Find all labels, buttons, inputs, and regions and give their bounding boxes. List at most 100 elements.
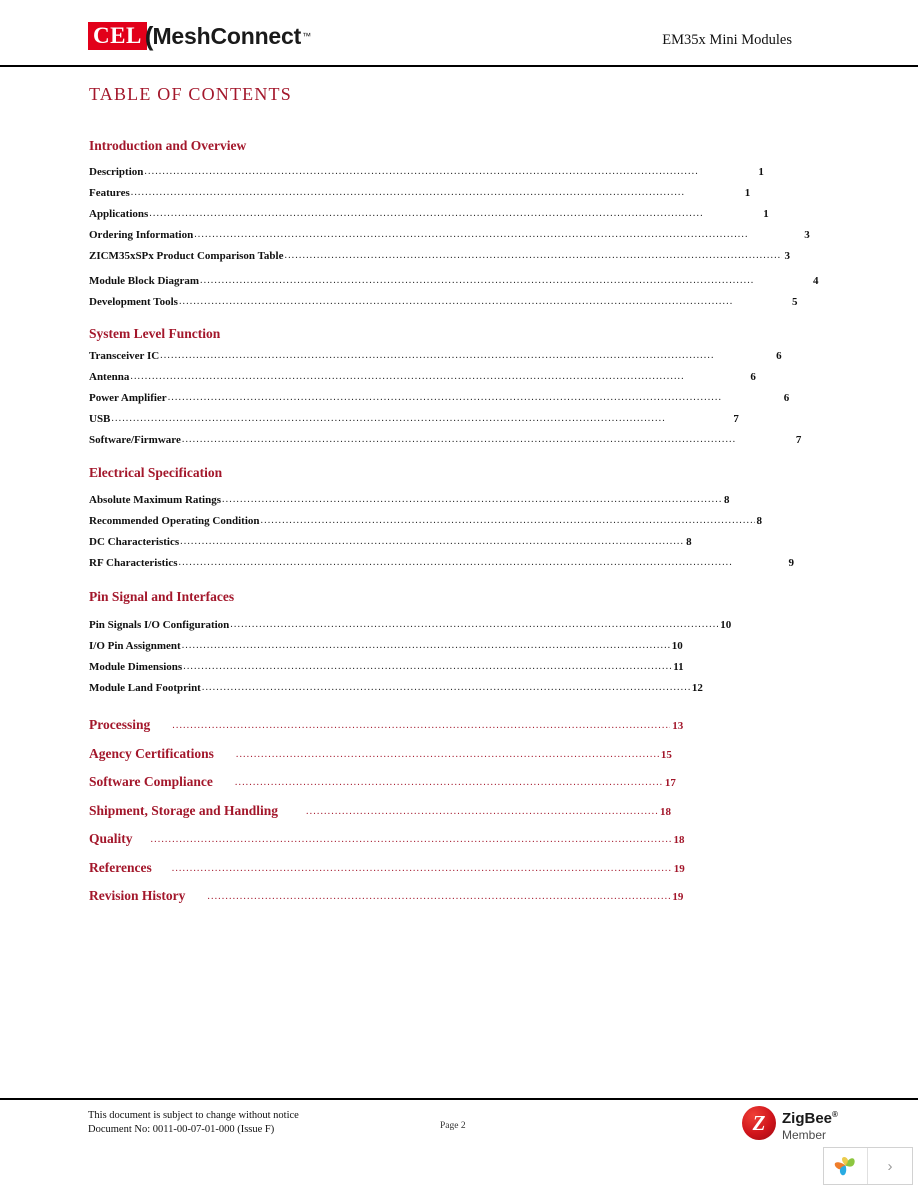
toc-entry-label: Transceiver IC <box>89 350 160 362</box>
toc-entry-page: 3 <box>804 229 810 241</box>
toc-leader-dots: ........................................… <box>144 166 699 177</box>
toc-entry[interactable]: Absolute Maximum Ratings ...............… <box>0 494 918 515</box>
toc-entry[interactable]: DC Characteristics .....................… <box>0 536 918 557</box>
toc-entry-page: 8 <box>756 515 763 527</box>
toc-leader-dots: ........................................… <box>230 619 718 630</box>
toc-entry[interactable]: Software Compliance ....................… <box>0 774 918 803</box>
toc-entry[interactable]: Power Amplifier ........................… <box>0 392 918 413</box>
toc-entry[interactable]: ZICM35xSPx Product Comparison Table ....… <box>0 250 918 275</box>
toc-entry[interactable]: Quality ................................… <box>0 831 918 860</box>
toc-entry-label: DC Characteristics <box>89 536 180 548</box>
toc-entry[interactable]: Module Dimensions ......................… <box>0 661 918 682</box>
toc-entry[interactable]: Pin Signals I/O Configuration ..........… <box>0 619 918 640</box>
toc-entry-label: Features <box>89 187 130 199</box>
zigbee-badge-icon: Z <box>742 1106 776 1140</box>
toc-section-heading: Pin Signal and Interfaces <box>89 589 235 604</box>
toc-leader-dots: ........................................… <box>260 515 755 526</box>
cel-logo-mark: CEL <box>88 22 147 50</box>
toc-entry-page: 6 <box>776 350 782 362</box>
toc-entry[interactable]: Antenna ................................… <box>0 371 918 392</box>
toc-entry-label: RF Characteristics <box>89 557 178 569</box>
meshconnect-wordmark: MeshConnect <box>152 23 302 49</box>
toc-entry-label: Revision History <box>89 888 186 903</box>
toc-entry-label: Absolute Maximum Ratings <box>89 494 222 506</box>
toc-entry-label: Antenna <box>89 371 130 383</box>
toc-entry[interactable]: Recommended Operating Condition ........… <box>0 515 918 536</box>
toc-entry[interactable]: Shipment, Storage and Handling .........… <box>0 803 918 832</box>
toc-leader-dots: ........................................… <box>167 392 723 403</box>
toc-entry-label: Applications <box>89 208 149 220</box>
toc-entry-page: 8 <box>686 536 692 548</box>
toc-body: Introduction and Overview Description ..… <box>0 138 918 917</box>
toc-leader-dots: ........................................… <box>178 296 734 307</box>
zigbee-text-block: ZigBee® Member <box>782 1107 838 1142</box>
toc-leader-dots: ........................................… <box>172 720 670 731</box>
toc-entry[interactable]: Ordering Information ...................… <box>0 229 918 250</box>
toc-entry[interactable]: Applications ...........................… <box>0 208 918 229</box>
toc-entry[interactable]: I/O Pin Assignment .....................… <box>0 640 918 661</box>
toc-entry-page: 3 <box>784 250 790 262</box>
toc-entry[interactable]: USB ....................................… <box>0 413 918 434</box>
toc-entry-label: ZICM35xSPx Product Comparison Table <box>89 250 284 262</box>
toc-entry-page: 9 <box>788 557 794 569</box>
toc-entry-page: 19 <box>673 862 685 875</box>
toc-entry-label: Software Compliance <box>89 774 213 789</box>
toc-leader-dots: ........................................… <box>130 371 685 382</box>
toc-entry[interactable]: Agency Certifications ..................… <box>0 746 918 775</box>
toc-entry[interactable]: Module Land Footprint ..................… <box>0 682 918 703</box>
toc-entry[interactable]: Processing .............................… <box>0 717 918 746</box>
toc-entry[interactable]: RF Characteristics .....................… <box>0 557 918 578</box>
toc-entry[interactable]: References .............................… <box>0 860 918 889</box>
toc-leader-dots: ........................................… <box>178 557 733 568</box>
toc-entry[interactable]: Software/Firmware ......................… <box>0 434 918 455</box>
toc-entry-page: 6 <box>783 392 790 404</box>
toc-leader-dots: ........................................… <box>130 187 686 198</box>
trademark-icon: ™ <box>302 30 312 41</box>
toc-entry[interactable]: Features ...............................… <box>0 187 918 208</box>
pinwheel-icon[interactable] <box>824 1148 868 1184</box>
toc-entry[interactable]: Development Tools ......................… <box>0 296 918 317</box>
toc-entry-label: I/O Pin Assignment <box>89 640 181 652</box>
toc-leader-dots: ........................................… <box>200 275 755 286</box>
toc-entry-label: Ordering Information <box>89 229 194 241</box>
zigbee-member-logo: Z ZigBee® Member <box>742 1106 838 1142</box>
toc-entry[interactable]: Module Block Diagram ...................… <box>0 275 918 296</box>
next-chevron-icon[interactable]: › <box>868 1148 912 1184</box>
toc-leader-dots: ........................................… <box>149 208 704 219</box>
toc-entry[interactable]: Revision History .......................… <box>0 888 918 917</box>
header-divider-rule <box>0 65 918 67</box>
toc-entry-label: Recommended Operating Condition <box>89 515 260 527</box>
toc-leader-dots: ........................................… <box>183 661 671 672</box>
toc-leader-dots: ........................................… <box>150 834 672 845</box>
toc-entry-page: 15 <box>660 748 672 761</box>
toc-leader-dots: ........................................… <box>222 494 723 505</box>
toc-entry-page: 18 <box>673 834 685 846</box>
toc-entry-page: 1 <box>763 208 769 220</box>
overlay-widget[interactable]: › <box>823 1147 913 1185</box>
footer-legal-block: This document is subject to change witho… <box>88 1109 299 1137</box>
toc-entry-page: 13 <box>672 720 684 732</box>
toc-entry-page: 10 <box>720 619 732 631</box>
toc-entry[interactable]: Description ............................… <box>0 166 918 187</box>
toc-leader-dots: ........................................… <box>171 862 672 874</box>
page-footer: This document is subject to change witho… <box>0 1100 918 1188</box>
toc-entry-page: 18 <box>660 805 672 818</box>
pinwheel-svg <box>834 1156 855 1176</box>
toc-entry-page: 7 <box>733 413 739 425</box>
toc-leader-dots: ........................................… <box>181 434 737 445</box>
toc-entry[interactable]: Transceiver IC .........................… <box>0 350 918 371</box>
toc-leader-dots: ........................................… <box>306 805 658 817</box>
toc-entry-label: Processing <box>89 717 151 732</box>
toc-leader-dots: ........................................… <box>235 748 659 760</box>
toc-leader-dots: ........................................… <box>180 536 685 547</box>
toc-entry-label: Module Block Diagram <box>89 275 199 287</box>
toc-entry-label: Shipment, Storage and Handling <box>89 802 279 818</box>
toc-leader-dots: ........................................… <box>194 229 749 240</box>
toc-leader-dots: ........................................… <box>111 413 666 424</box>
toc-leader-dots: ........................................… <box>284 250 782 261</box>
toc-entry-page: 1 <box>744 187 751 199</box>
